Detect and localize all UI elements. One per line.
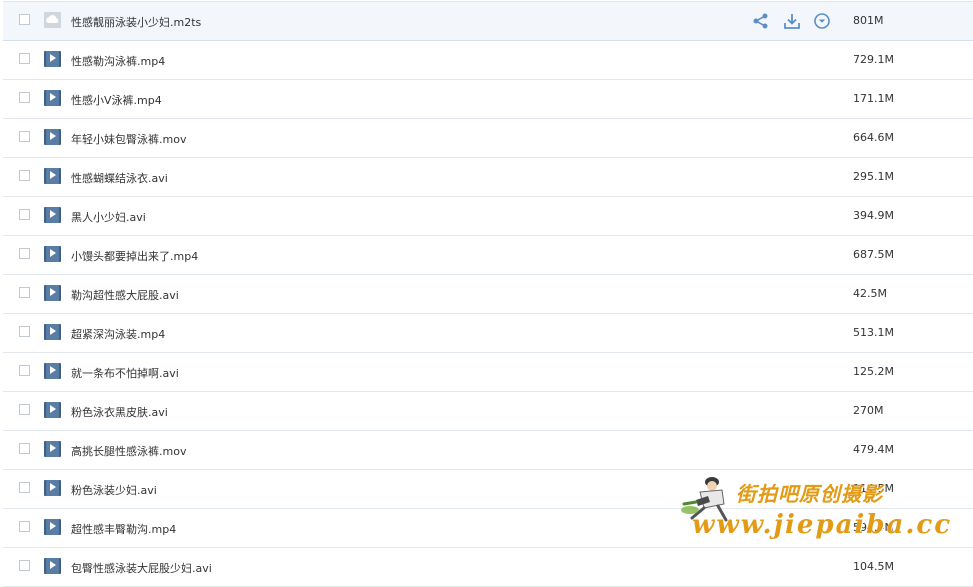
video-file-icon (44, 402, 61, 418)
share-icon[interactable] (751, 11, 771, 31)
video-file-icon (44, 363, 61, 379)
file-name-link[interactable]: 年轻小妹包臀泳裤.mov (71, 131, 186, 147)
file-row[interactable]: 黑人小少妇.avi 394.9M (3, 197, 973, 236)
file-name-link[interactable]: 性感勒沟泳裤.mp4 (71, 53, 165, 69)
video-file-icon (44, 441, 61, 457)
file-name-link[interactable]: 性感蝴蝶结泳衣.avi (71, 170, 168, 186)
row-checkbox[interactable] (19, 443, 30, 454)
file-size: 664.6M (853, 131, 894, 144)
file-name-link[interactable]: 粉色泳衣黑皮肤.avi (71, 404, 168, 420)
file-size: 479.4M (853, 443, 894, 456)
row-checkbox[interactable] (19, 326, 30, 337)
more-dropdown-icon[interactable] (812, 11, 832, 31)
file-row[interactable]: 高挑长腿性感泳裤.mov 479.4M (3, 431, 973, 470)
file-size: 270M (853, 404, 884, 417)
row-checkbox[interactable] (19, 365, 30, 376)
video-file-icon (44, 90, 61, 106)
file-size: 394.9M (853, 209, 894, 222)
video-file-icon (44, 129, 61, 145)
video-file-icon (44, 558, 61, 574)
file-size: 594.4M (853, 521, 894, 534)
video-file-icon (44, 51, 61, 67)
row-checkbox[interactable] (19, 14, 30, 25)
file-name-link[interactable]: 性感靓丽泳装小少妇.m2ts (71, 14, 201, 30)
file-name-link[interactable]: 包臀性感泳装大屁股少妇.avi (71, 560, 212, 576)
file-row[interactable]: 粉色泳装少妇.avi 114.5M (3, 470, 973, 509)
file-size: 295.1M (853, 170, 894, 183)
file-size: 104.5M (853, 560, 894, 573)
row-checkbox[interactable] (19, 209, 30, 220)
file-name-link[interactable]: 小馒头都要掉出来了.mp4 (71, 248, 198, 264)
file-row[interactable]: 小馒头都要掉出来了.mp4 687.5M (3, 236, 973, 275)
file-size: 687.5M (853, 248, 894, 261)
file-list: 性感靓丽泳装小少妇.m2ts 801M 性感勒沟泳裤.mp4 729.1M 性感小V泳裤… (3, 1, 973, 587)
row-checkbox[interactable] (19, 248, 30, 259)
video-file-icon (44, 480, 61, 496)
file-row[interactable]: 勒沟超性感大屁股.avi 42.5M (3, 275, 973, 314)
row-checkbox[interactable] (19, 131, 30, 142)
video-file-icon (44, 207, 61, 223)
file-row[interactable]: 性感小V泳裤.mp4 171.1M (3, 80, 973, 119)
file-name-link[interactable]: 粉色泳装少妇.avi (71, 482, 157, 498)
file-row[interactable]: 超紧深沟泳装.mp4 513.1M (3, 314, 973, 353)
file-name-link[interactable]: 超紧深沟泳装.mp4 (71, 326, 165, 342)
file-row[interactable]: 性感勒沟泳裤.mp4 729.1M (3, 41, 973, 80)
file-size: 513.1M (853, 326, 894, 339)
file-name-link[interactable]: 高挑长腿性感泳裤.mov (71, 443, 186, 459)
file-row[interactable]: 年轻小妹包臀泳裤.mov 664.6M (3, 119, 973, 158)
file-size: 125.2M (853, 365, 894, 378)
row-checkbox[interactable] (19, 287, 30, 298)
video-file-icon (44, 324, 61, 340)
file-row[interactable]: 粉色泳衣黑皮肤.avi 270M (3, 392, 973, 431)
video-file-icon (44, 168, 61, 184)
file-size: 42.5M (853, 287, 887, 300)
file-row[interactable]: 超性感丰臀勒沟.mp4 594.4M (3, 509, 973, 548)
file-size: 729.1M (853, 53, 894, 66)
cloud-file-icon (44, 12, 61, 28)
file-name-link[interactable]: 勒沟超性感大屁股.avi (71, 287, 179, 303)
video-file-icon (44, 285, 61, 301)
row-checkbox[interactable] (19, 521, 30, 532)
row-checkbox[interactable] (19, 482, 30, 493)
file-name-link[interactable]: 超性感丰臀勒沟.mp4 (71, 521, 176, 537)
file-size: 171.1M (853, 92, 894, 105)
video-file-icon (44, 519, 61, 535)
file-row[interactable]: 包臀性感泳装大屁股少妇.avi 104.5M (3, 548, 973, 587)
file-name-link[interactable]: 黑人小少妇.avi (71, 209, 146, 225)
file-row[interactable]: 就一条布不怕掉啊.avi 125.2M (3, 353, 973, 392)
file-size: 114.5M (853, 482, 894, 495)
file-row[interactable]: 性感蝴蝶结泳衣.avi 295.1M (3, 158, 973, 197)
row-checkbox[interactable] (19, 560, 30, 571)
row-checkbox[interactable] (19, 404, 30, 415)
file-name-link[interactable]: 性感小V泳裤.mp4 (71, 92, 162, 108)
file-row[interactable]: 性感靓丽泳装小少妇.m2ts 801M (3, 2, 973, 41)
row-checkbox[interactable] (19, 53, 30, 64)
row-checkbox[interactable] (19, 170, 30, 181)
file-name-link[interactable]: 就一条布不怕掉啊.avi (71, 365, 179, 381)
video-file-icon (44, 246, 61, 262)
file-size: 801M (853, 14, 884, 27)
row-checkbox[interactable] (19, 92, 30, 103)
download-icon[interactable] (782, 11, 802, 31)
